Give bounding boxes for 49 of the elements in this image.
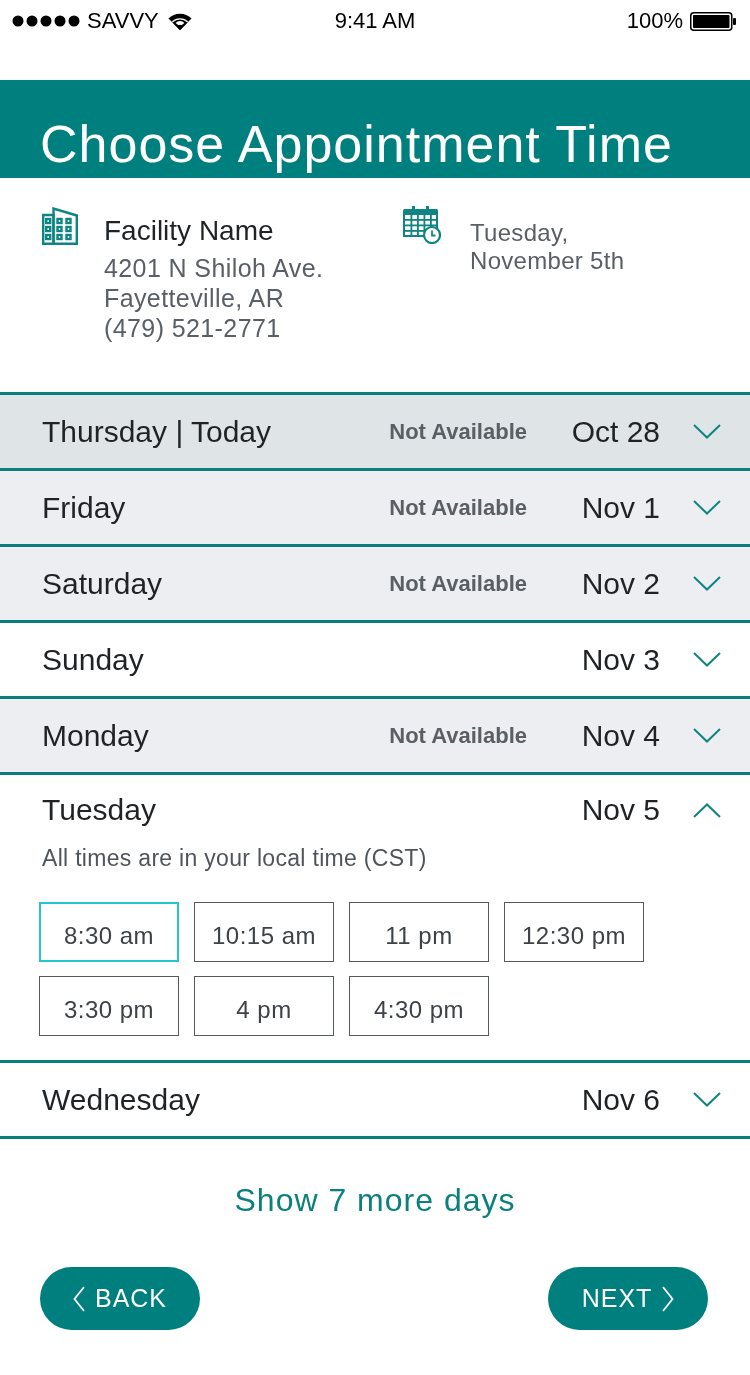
availability-label: Not Available: [389, 494, 527, 521]
day-row[interactable]: Saturday Not Available Nov 2: [0, 547, 750, 620]
battery-percent: 100%: [626, 8, 683, 34]
day-name: Saturday: [42, 566, 164, 601]
availability-label: Not Available: [389, 418, 527, 445]
address-line: (479) 521-2771: [104, 313, 282, 343]
carrier-name: SAVVY: [87, 8, 159, 34]
day-name: Wednesday: [42, 1082, 201, 1117]
signal-dots-icon: [12, 15, 80, 27]
time-slot[interactable]: 11 pm: [349, 902, 489, 962]
show-more-link[interactable]: Show 7 more days: [234, 1180, 516, 1220]
day-date: Nov 4: [580, 718, 660, 753]
availability-label: Not Available: [389, 570, 527, 597]
day-row[interactable]: Monday Not Available Nov 4: [0, 699, 750, 772]
status-time: 9:41 AM: [334, 8, 416, 34]
next-button[interactable]: NEXT: [548, 1267, 708, 1330]
day-date: Nov 5: [580, 793, 660, 827]
time-slot[interactable]: 8:30 am: [39, 902, 179, 962]
day-row[interactable]: Friday Not Available Nov 1: [0, 471, 750, 544]
day-date: Nov 6: [580, 1082, 660, 1117]
day-row[interactable]: Thursday | Today Not Available Oct 28: [0, 395, 750, 468]
chevron-left-icon: [72, 1285, 85, 1312]
day-name: Monday: [42, 718, 150, 753]
wifi-icon: [167, 12, 192, 30]
day-name: Friday: [42, 490, 127, 525]
day-name: Sunday: [42, 642, 145, 677]
address-line: Fayetteville, AR: [104, 283, 286, 313]
time-slot[interactable]: 12:30 pm: [504, 902, 644, 962]
appointment-date: Tuesday, November 5th: [470, 219, 626, 275]
building-icon: [42, 207, 78, 245]
back-button[interactable]: BACK: [40, 1267, 200, 1330]
chevron-right-icon: [662, 1285, 675, 1312]
time-slot[interactable]: 4 pm: [194, 976, 334, 1036]
time-slot[interactable]: 4:30 pm: [349, 976, 489, 1036]
time-slot[interactable]: 10:15 am: [194, 902, 334, 962]
day-date: Nov 2: [580, 566, 660, 601]
day-date: Nov 3: [580, 642, 660, 677]
time-slot[interactable]: 3:30 pm: [39, 976, 179, 1036]
timezone-note: All times are in your local time (CST): [41, 845, 427, 871]
calendar-icon: [403, 206, 441, 244]
address-line: 4201 N Shiloh Ave.: [104, 253, 324, 283]
day-date: Oct 28: [570, 414, 660, 449]
facility-name: Facility Name: [104, 215, 275, 247]
day-date: Nov 1: [580, 490, 660, 525]
day-name: Thursday | Today: [42, 414, 273, 449]
battery-icon: [690, 11, 736, 31]
day-name: Tuesday: [42, 793, 157, 827]
availability-label: Not Available: [389, 722, 527, 749]
page-title: Choose Appointment Time: [40, 114, 673, 174]
